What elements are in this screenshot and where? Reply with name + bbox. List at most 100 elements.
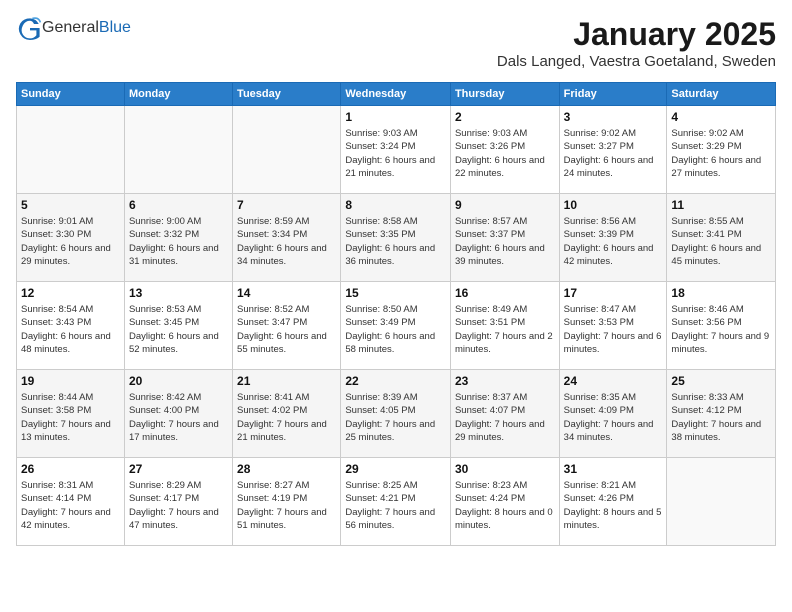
subtitle: Dals Langed, Vaestra Goetaland, Sweden (497, 53, 776, 70)
table-row: 28 Sunrise: 8:27 AM Sunset: 4:19 PM Dayli… (233, 458, 341, 546)
page: GeneralBlue January 2025 Dals Langed, Va… (0, 0, 792, 612)
weekday-friday: Friday (559, 83, 667, 106)
day-info: Sunrise: 8:29 AM Sunset: 4:17 PM Dayligh… (129, 479, 228, 532)
day-info: Sunrise: 9:00 AM Sunset: 3:32 PM Dayligh… (129, 215, 228, 268)
table-row: 15 Sunrise: 8:50 AM Sunset: 3:49 PM Dayli… (341, 282, 451, 370)
day-number: 12 (21, 286, 120, 300)
day-number: 24 (564, 374, 663, 388)
day-number: 28 (237, 462, 336, 476)
logo: GeneralBlue (16, 16, 131, 40)
table-row: 4 Sunrise: 9:02 AM Sunset: 3:29 PM Daylig… (667, 106, 776, 194)
title-block: January 2025 Dals Langed, Vaestra Goetal… (497, 16, 776, 70)
day-info: Sunrise: 8:47 AM Sunset: 3:53 PM Dayligh… (564, 303, 663, 356)
day-number: 18 (671, 286, 771, 300)
day-info: Sunrise: 8:53 AM Sunset: 3:45 PM Dayligh… (129, 303, 228, 356)
table-row: 30Sunrise: 8:23 AM Sunset: 4:24 PM Dayli… (450, 458, 559, 546)
weekday-tuesday: Tuesday (233, 83, 341, 106)
day-info: Sunrise: 8:31 AM Sunset: 4:14 PM Dayligh… (21, 479, 120, 532)
day-info: Sunrise: 9:02 AM Sunset: 3:27 PM Dayligh… (564, 127, 663, 180)
table-row: 5Sunrise: 9:01 AM Sunset: 3:30 PM Daylig… (17, 194, 125, 282)
day-number: 9 (455, 198, 555, 212)
day-info: Sunrise: 8:42 AM Sunset: 4:00 PM Dayligh… (129, 391, 228, 444)
day-number: 27 (129, 462, 228, 476)
table-row: 24 Sunrise: 8:35 AM Sunset: 4:09 PM Dayli… (559, 370, 667, 458)
table-row: 6 Sunrise: 9:00 AM Sunset: 3:32 PM Daylig… (124, 194, 232, 282)
day-number: 16 (455, 286, 555, 300)
logo-blue-text: Blue (99, 19, 131, 36)
day-info: Sunrise: 8:58 AM Sunset: 3:35 PM Dayligh… (345, 215, 446, 268)
day-info: Sunrise: 9:03 AM Sunset: 3:24 PM Dayligh… (345, 127, 446, 180)
day-info: Sunrise: 8:46 AM Sunset: 3:56 PM Dayligh… (671, 303, 771, 356)
day-info: Sunrise: 8:35 AM Sunset: 4:09 PM Dayligh… (564, 391, 663, 444)
table-row: 16 Sunrise: 8:49 AM Sunset: 3:51 PM Dayli… (450, 282, 559, 370)
day-info: Sunrise: 8:21 AM Sunset: 4:26 PM Dayligh… (564, 479, 663, 532)
day-number: 31 (564, 462, 663, 476)
day-number: 10 (564, 198, 663, 212)
day-number: 6 (129, 198, 228, 212)
day-number: 25 (671, 374, 771, 388)
day-info: Sunrise: 8:56 AM Sunset: 3:39 PM Dayligh… (564, 215, 663, 268)
table-row: 10 Sunrise: 8:56 AM Sunset: 3:39 PM Dayli… (559, 194, 667, 282)
table-row: 17 Sunrise: 8:47 AM Sunset: 3:53 PM Dayli… (559, 282, 667, 370)
calendar-row: 19Sunrise: 8:44 AM Sunset: 3:58 PM Dayli… (17, 370, 776, 458)
table-row: 14Sunrise: 8:52 AM Sunset: 3:47 PM Dayli… (233, 282, 341, 370)
day-info: Sunrise: 9:03 AM Sunset: 3:26 PM Dayligh… (455, 127, 555, 180)
day-info: Sunrise: 8:27 AM Sunset: 4:19 PM Dayligh… (237, 479, 336, 532)
day-number: 2 (455, 110, 555, 124)
table-row: 27 Sunrise: 8:29 AM Sunset: 4:17 PM Dayli… (124, 458, 232, 546)
calendar-table: Sunday Monday Tuesday Wednesday Thursday… (16, 82, 776, 546)
table-row (124, 106, 232, 194)
table-row (233, 106, 341, 194)
logo-icon (18, 16, 42, 40)
calendar-body: 1 Sunrise: 9:03 AM Sunset: 3:24 PM Daylig… (17, 106, 776, 546)
table-row: 19Sunrise: 8:44 AM Sunset: 3:58 PM Dayli… (17, 370, 125, 458)
calendar-row: 5Sunrise: 9:01 AM Sunset: 3:30 PM Daylig… (17, 194, 776, 282)
calendar-row: 26 Sunrise: 8:31 AM Sunset: 4:14 PM Dayli… (17, 458, 776, 546)
day-info: Sunrise: 8:59 AM Sunset: 3:34 PM Dayligh… (237, 215, 336, 268)
weekday-row: Sunday Monday Tuesday Wednesday Thursday… (17, 83, 776, 106)
calendar-header: Sunday Monday Tuesday Wednesday Thursday… (17, 83, 776, 106)
day-number: 21 (237, 374, 336, 388)
day-info: Sunrise: 8:54 AM Sunset: 3:43 PM Dayligh… (21, 303, 120, 356)
day-number: 11 (671, 198, 771, 212)
table-row: 29Sunrise: 8:25 AM Sunset: 4:21 PM Dayli… (341, 458, 451, 546)
table-row: 8 Sunrise: 8:58 AM Sunset: 3:35 PM Daylig… (341, 194, 451, 282)
table-row: 18 Sunrise: 8:46 AM Sunset: 3:56 PM Dayli… (667, 282, 776, 370)
day-info: Sunrise: 8:55 AM Sunset: 3:41 PM Dayligh… (671, 215, 771, 268)
table-row: 20Sunrise: 8:42 AM Sunset: 4:00 PM Dayli… (124, 370, 232, 458)
day-info: Sunrise: 8:49 AM Sunset: 3:51 PM Dayligh… (455, 303, 555, 356)
day-number: 1 (345, 110, 446, 124)
day-info: Sunrise: 8:33 AM Sunset: 4:12 PM Dayligh… (671, 391, 771, 444)
table-row: 26 Sunrise: 8:31 AM Sunset: 4:14 PM Dayli… (17, 458, 125, 546)
main-title: January 2025 (497, 16, 776, 53)
table-row: 11 Sunrise: 8:55 AM Sunset: 3:41 PM Dayli… (667, 194, 776, 282)
day-number: 15 (345, 286, 446, 300)
day-number: 3 (564, 110, 663, 124)
day-number: 13 (129, 286, 228, 300)
weekday-wednesday: Wednesday (341, 83, 451, 106)
day-number: 4 (671, 110, 771, 124)
table-row: 2 Sunrise: 9:03 AM Sunset: 3:26 PM Daylig… (450, 106, 559, 194)
day-number: 26 (21, 462, 120, 476)
table-row: 9Sunrise: 8:57 AM Sunset: 3:37 PM Daylig… (450, 194, 559, 282)
table-row: 12 Sunrise: 8:54 AM Sunset: 3:43 PM Dayli… (17, 282, 125, 370)
table-row: 21Sunrise: 8:41 AM Sunset: 4:02 PM Dayli… (233, 370, 341, 458)
weekday-sunday: Sunday (17, 83, 125, 106)
day-info: Sunrise: 9:02 AM Sunset: 3:29 PM Dayligh… (671, 127, 771, 180)
day-info: Sunrise: 8:23 AM Sunset: 4:24 PM Dayligh… (455, 479, 555, 532)
day-number: 17 (564, 286, 663, 300)
calendar-row: 1 Sunrise: 9:03 AM Sunset: 3:24 PM Daylig… (17, 106, 776, 194)
table-row: 22 Sunrise: 8:39 AM Sunset: 4:05 PM Dayli… (341, 370, 451, 458)
day-info: Sunrise: 8:50 AM Sunset: 3:49 PM Dayligh… (345, 303, 446, 356)
table-row: 25 Sunrise: 8:33 AM Sunset: 4:12 PM Dayli… (667, 370, 776, 458)
table-row: 7Sunrise: 8:59 AM Sunset: 3:34 PM Daylig… (233, 194, 341, 282)
table-row: 13 Sunrise: 8:53 AM Sunset: 3:45 PM Dayli… (124, 282, 232, 370)
day-info: Sunrise: 8:37 AM Sunset: 4:07 PM Dayligh… (455, 391, 555, 444)
day-info: Sunrise: 8:52 AM Sunset: 3:47 PM Dayligh… (237, 303, 336, 356)
calendar-row: 12 Sunrise: 8:54 AM Sunset: 3:43 PM Dayli… (17, 282, 776, 370)
weekday-saturday: Saturday (667, 83, 776, 106)
day-number: 23 (455, 374, 555, 388)
day-info: Sunrise: 8:39 AM Sunset: 4:05 PM Dayligh… (345, 391, 446, 444)
day-number: 22 (345, 374, 446, 388)
day-number: 8 (345, 198, 446, 212)
